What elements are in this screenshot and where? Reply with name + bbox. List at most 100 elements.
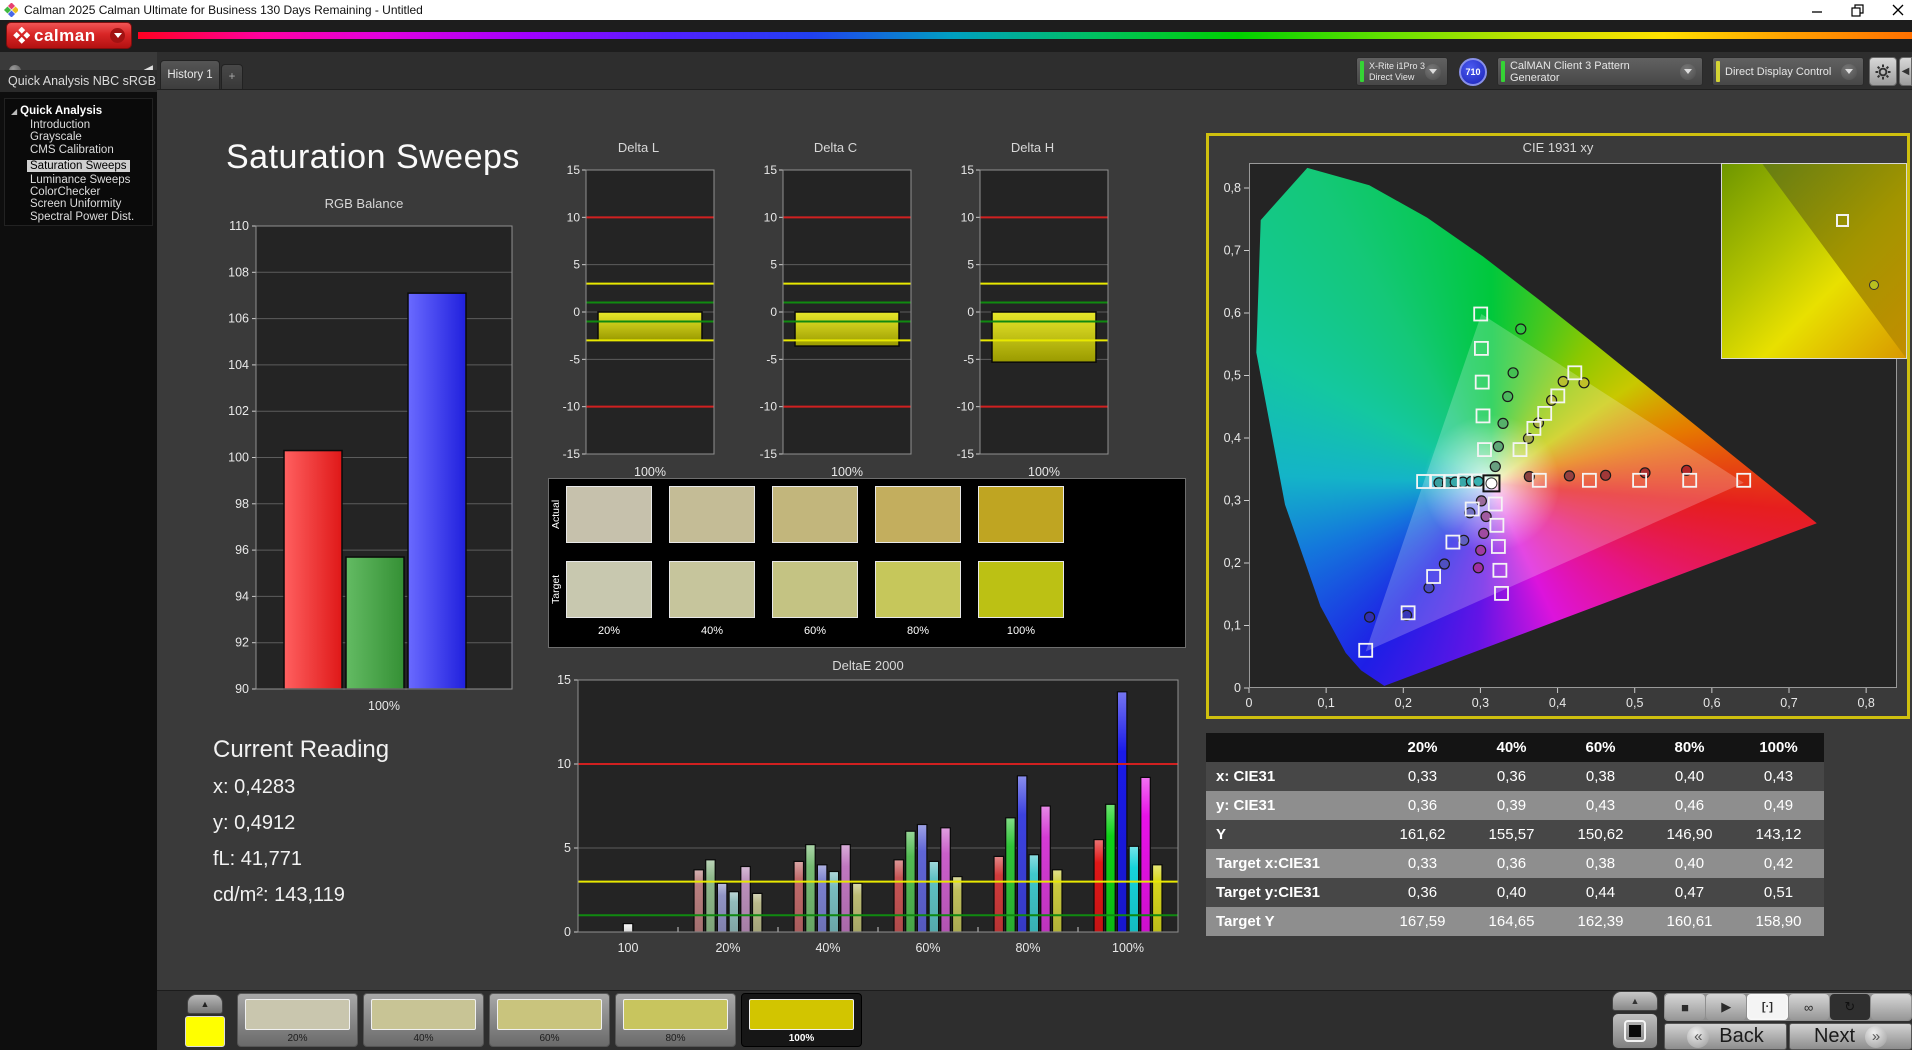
svg-text:-10: -10 — [563, 400, 581, 414]
svg-text:0,8: 0,8 — [1857, 696, 1874, 710]
pattern-level-80%[interactable]: 80% — [615, 993, 736, 1047]
reading-y: y: 0,4912 — [213, 812, 296, 834]
current-reading: Current Reading x: 0,4283 y: 0,4912 fL: … — [213, 736, 389, 920]
svg-text:0,3: 0,3 — [1472, 696, 1489, 710]
tab-history-1[interactable]: History 1 — [160, 60, 220, 89]
svg-text:100: 100 — [228, 451, 249, 465]
svg-text:-15: -15 — [563, 447, 581, 461]
svg-text:0: 0 — [573, 305, 580, 319]
reading-cdm2: cd/m²: 143,119 — [213, 884, 345, 906]
svg-text:0,4: 0,4 — [1549, 696, 1566, 710]
sidebar-item-saturation-sweeps[interactable]: Saturation Sweeps — [27, 159, 130, 173]
sidebar-item-cms-calibration[interactable]: CMS Calibration — [27, 144, 150, 156]
pattern-level-40%[interactable]: 40% — [363, 993, 484, 1047]
measurement-table: 20% 40% 60% 80% 100% x: CIE31 0,33 0,36 0,38 0,40… — [1206, 733, 1824, 936]
table-row-label: Target x:CIE31 — [1216, 855, 1320, 872]
svg-text:94: 94 — [235, 589, 249, 603]
svg-text:15: 15 — [764, 163, 778, 177]
pattern-bar: ▲ 20% 40% 60% 80% 100% ▲ ■ ▶ [·] ∞ ↻ « Back Next… — [157, 990, 1912, 1050]
svg-text:-10: -10 — [957, 400, 975, 414]
pattern-level-label: 40% — [413, 1033, 434, 1044]
tree-root-quick-analysis[interactable]: ◢ Quick Analysis — [11, 105, 150, 117]
svg-text:0,7: 0,7 — [1224, 244, 1241, 258]
stop-icon: ■ — [1681, 999, 1690, 1015]
deltae-title: DeltaE 2000 — [832, 658, 904, 673]
stop-measure-button[interactable] — [1612, 1013, 1658, 1049]
pattern-popup-button[interactable]: ▲ — [187, 994, 223, 1014]
resume-button[interactable]: ↻ — [1829, 994, 1870, 1020]
pattern-level-20%[interactable]: 20% — [237, 993, 358, 1047]
sidebar-item-luminance-sweeps[interactable]: Luminance Sweeps — [27, 174, 150, 186]
table-cell: 155,57 — [1488, 826, 1535, 843]
actual-swatch-80% — [875, 486, 961, 543]
svg-text:90: 90 — [235, 682, 249, 696]
cie-1931-chart: CIE 1931 xy 0 0,1 0,2 0,3 0,4 0,5 0,6 0,7 0,8 0 0,… — [1206, 133, 1910, 719]
table-cell: 146,90 — [1666, 826, 1713, 843]
transport-popup-button[interactable]: ▲ — [1612, 991, 1658, 1011]
calman-menu-button[interactable]: calman — [6, 22, 132, 49]
swatch-level-label: 40% — [700, 625, 724, 637]
svg-text:106: 106 — [228, 312, 249, 326]
table-cell: 160,61 — [1666, 913, 1713, 930]
table-cell: 161,62 — [1399, 826, 1446, 843]
table-cell: 162,39 — [1577, 913, 1624, 930]
play-button[interactable]: ▶ — [1706, 994, 1747, 1020]
current-pattern-swatch[interactable] — [185, 1016, 225, 1047]
calman-menu-caret — [110, 28, 125, 43]
stop-button[interactable]: ■ — [1665, 994, 1706, 1020]
meter-name: X-Rite i1Pro 3 — [1369, 61, 1426, 71]
meter-dropdown[interactable]: X-Rite i1Pro 3 Direct View — [1356, 57, 1448, 86]
next-button[interactable]: Next » — [1789, 1023, 1912, 1050]
sidebar-item-grayscale[interactable]: Grayscale — [27, 131, 150, 143]
pattern-level-label: 100% — [788, 1033, 815, 1044]
toolbar-collapse-icon[interactable]: ◀ — [1899, 57, 1912, 86]
rainbow-gradient-bar — [138, 32, 1912, 39]
restore-button[interactable] — [1851, 3, 1864, 17]
sidebar-item-spectral-power-dist-[interactable]: Spectral Power Dist. — [27, 211, 150, 223]
logo-bar: calman — [0, 20, 1912, 52]
svg-text:10: 10 — [567, 210, 581, 224]
svg-text:100: 100 — [618, 941, 639, 955]
svg-text:15: 15 — [961, 163, 975, 177]
pattern-level-100%[interactable]: 100% — [741, 993, 862, 1047]
close-button[interactable] — [1892, 4, 1904, 16]
reading-fl: fL: 41,771 — [213, 848, 302, 870]
table-cell: 0,43 — [1763, 768, 1794, 785]
svg-text:10: 10 — [557, 757, 571, 771]
settings-gear-button[interactable] — [1869, 57, 1897, 86]
table-cell: 0,40 — [1496, 884, 1527, 901]
svg-text:-15: -15 — [760, 447, 778, 461]
table-cell: 0,51 — [1763, 884, 1794, 901]
svg-text:10: 10 — [961, 210, 975, 224]
chevron-down-icon — [1841, 63, 1857, 80]
resume-icon: ↻ — [1844, 999, 1856, 1014]
pattern-window-button[interactable]: [·] — [1747, 994, 1788, 1020]
table-cell: 0,47 — [1674, 884, 1705, 901]
tab-add-button[interactable]: + — [221, 64, 243, 89]
sidebar: Quick Analysis NBC sRGB ◢ Quick Analysis … — [0, 70, 157, 1050]
sidebar-item-screen-uniformity[interactable]: Screen Uniformity — [27, 198, 150, 210]
svg-text:0,7: 0,7 — [1780, 696, 1797, 710]
svg-text:0: 0 — [1246, 696, 1253, 710]
page-title: Saturation Sweeps — [226, 138, 520, 176]
minimize-button[interactable] — [1811, 4, 1823, 16]
target-swatch-80% — [875, 561, 961, 618]
cie-zoom-inset — [1721, 163, 1907, 359]
loop-button[interactable]: ∞ — [1788, 994, 1829, 1020]
display-dropdown[interactable]: Direct Display Control — [1712, 57, 1864, 86]
sidebar-item-colorchecker[interactable]: ColorChecker — [27, 186, 150, 198]
target-row-label: Target — [550, 574, 562, 605]
table-header-cell: 40% — [1496, 739, 1527, 756]
meter-710-badge[interactable]: 710 — [1459, 58, 1487, 86]
svg-text:0,5: 0,5 — [1224, 369, 1241, 383]
table-cell: 0,38 — [1585, 855, 1616, 872]
blank-button[interactable] — [1870, 994, 1912, 1020]
delta-c-title: Delta C — [813, 140, 858, 155]
back-button[interactable]: « Back — [1664, 1023, 1787, 1050]
source-dropdown[interactable]: CalMAN Client 3 Pattern Generator — [1497, 57, 1703, 86]
sidebar-item-introduction[interactable]: Introduction — [27, 119, 150, 131]
target-swatch-100% — [978, 561, 1064, 618]
back-chevron-icon: « — [1687, 1025, 1710, 1048]
pattern-level-60%[interactable]: 60% — [489, 993, 610, 1047]
target-swatch-60% — [772, 561, 858, 618]
